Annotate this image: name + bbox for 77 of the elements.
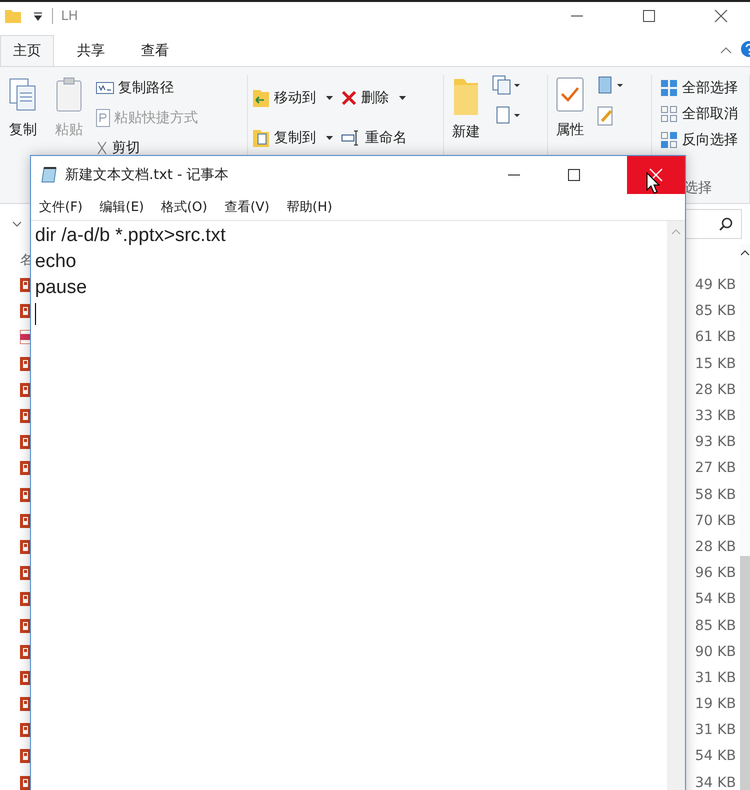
rename-icon [341,129,361,147]
file-size: 54 KB [694,748,736,764]
delete-button[interactable]: 删除 [341,87,407,109]
menu-item[interactable]: 编辑(E) [100,198,144,216]
folder-icon [4,8,22,24]
clipboard-icon [54,77,84,113]
ribbon-tab[interactable]: 主页 [0,35,54,66]
open-icon[interactable] [596,75,626,95]
notepad-icon [41,166,59,184]
copy-icon [8,77,38,113]
grid-icon [660,131,678,149]
file-size: 31 KB [694,722,736,738]
file-size: 54 KB [694,591,736,608]
caret-icon [326,96,333,100]
copy-path-button[interactable]: 复制路径 [96,77,198,99]
close-icon[interactable] [714,9,728,23]
move-to-button[interactable]: 移动到 [252,87,333,109]
folder-arrow-icon [252,88,270,108]
properties-button[interactable]: 属性 [548,75,592,141]
checkmark-icon [556,77,584,113]
new-item-icon[interactable] [492,75,522,95]
window-title: LH [61,8,78,24]
file-size: 58 KB [694,486,736,503]
file-size: 28 KB [694,538,736,555]
close-button[interactable] [627,156,685,194]
copy-button[interactable]: 复制 [0,75,46,141]
file-size: 61 KB [694,329,736,346]
menu-item[interactable]: 查看(V) [224,198,270,216]
file-size: 93 KB [694,434,736,450]
close-icon [649,168,663,182]
path-icon [96,82,114,94]
file-size: 15 KB [694,356,736,372]
chevron-down-icon[interactable] [12,221,22,227]
shortcut-icon [96,109,110,127]
maximize-icon[interactable] [642,9,656,23]
collapse-icon[interactable] [720,46,732,54]
folder-icon [452,77,480,117]
menu-item[interactable]: 格式(O) [160,198,208,216]
file-size: 70 KB [694,512,736,529]
file-size: 31 KB [694,670,736,686]
cut-button[interactable]: 剪切 [96,137,198,159]
file-size: 49 KB [694,277,736,294]
search-icon [719,217,733,231]
file-size: 28 KB [694,382,736,398]
caret-icon [399,96,406,100]
grid-icon [660,105,678,123]
file-size: 33 KB [694,408,736,424]
copy-to-button[interactable]: 复制到 [252,127,333,149]
folder-copy-icon [252,128,270,148]
file-size: 34 KB [694,774,736,790]
scissors-icon [96,141,108,155]
menu-item[interactable]: 帮助(H) [286,198,332,216]
rename-button[interactable]: 重命名 [341,127,407,149]
ribbon-tab[interactable]: 共享 [64,35,118,66]
file-size: 27 KB [694,460,736,476]
file-size: 85 KB [694,618,736,634]
scroll-up-icon[interactable] [740,250,750,256]
caret-icon [326,136,333,140]
menu-item[interactable]: 文件(F) [39,198,83,216]
delete-icon [341,90,357,106]
invert-selection-button[interactable]: 反向选择 [660,129,738,151]
group-label: 选择 [684,179,712,197]
cursor-icon [646,172,660,194]
window-title: 新建文本文档.txt - 记事本 [65,166,229,184]
dropdown-icon[interactable] [32,10,44,22]
grid-icon [660,79,678,97]
select-none-button[interactable]: 全部取消 [660,103,738,125]
new-folder-button[interactable]: 新建 [444,75,488,145]
file-size: 96 KB [694,565,736,582]
scrollbar-thumb[interactable] [740,556,750,790]
text-area[interactable]: dir /a-d/b *.pptx>src.txt echo pause [31,221,667,790]
ribbon-tab[interactable]: 查看 [128,35,182,66]
select-all-button[interactable]: 全部选择 [660,77,738,99]
file-size: 90 KB [694,644,736,660]
file-size: 19 KB [694,696,736,712]
maximize-icon[interactable] [567,168,581,182]
file-size: 85 KB [694,303,736,320]
